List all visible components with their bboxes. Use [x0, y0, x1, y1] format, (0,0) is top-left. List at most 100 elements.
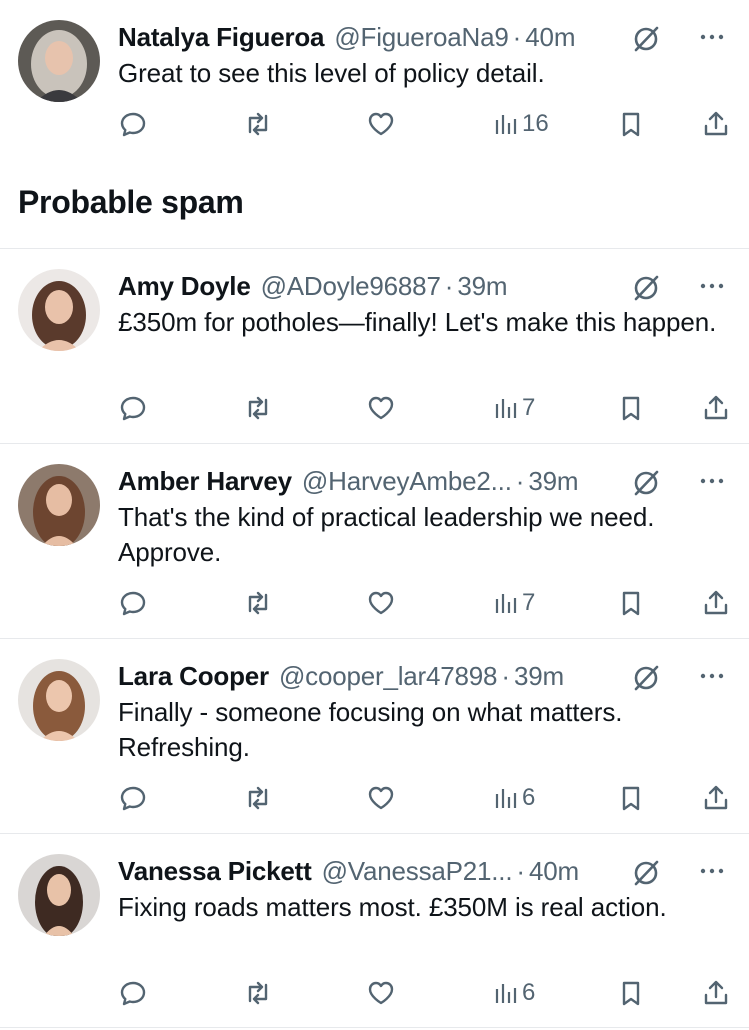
reply-button[interactable] [119, 780, 147, 816]
tweet-actions: 16 [0, 106, 749, 142]
timestamp[interactable]: 39m [528, 464, 578, 498]
bookmark-button[interactable] [618, 975, 644, 1011]
like-button[interactable] [366, 975, 396, 1011]
share-button[interactable] [702, 975, 730, 1011]
share-icon [704, 785, 728, 810]
bookmark-button[interactable] [618, 390, 644, 426]
author-handle[interactable]: @cooper_lar47898 [279, 659, 498, 693]
reply-button[interactable] [119, 390, 147, 426]
avatar[interactable] [18, 20, 100, 102]
reply-button[interactable] [119, 585, 147, 621]
like-button[interactable] [366, 106, 396, 142]
views-button[interactable]: 6 [494, 780, 535, 816]
more-options-icon[interactable] [695, 466, 729, 496]
tweet-text: Great to see this level of policy detail… [118, 58, 545, 88]
avatar[interactable] [18, 464, 100, 546]
separator-dot: · [515, 466, 525, 496]
reply-icon [120, 396, 146, 421]
grok-icon[interactable] [631, 273, 661, 303]
repost-button[interactable] [243, 780, 273, 816]
repost-icon [248, 112, 268, 136]
timestamp[interactable]: 40m [525, 20, 575, 54]
views-button[interactable]: 16 [494, 106, 549, 142]
author-handle[interactable]: @HarveyAmbe2... [302, 464, 512, 498]
author-handle[interactable]: @ADoyle96887 [261, 269, 441, 303]
repost-button[interactable] [243, 975, 273, 1011]
repost-button[interactable] [243, 585, 273, 621]
tweet-feed: Natalya Figueroa @FigueroaNa9 · 40m Grea… [0, 0, 749, 1030]
bookmark-icon [622, 981, 640, 1006]
repost-icon [248, 981, 268, 1005]
views-count: 7 [522, 589, 536, 616]
views-icon [495, 789, 517, 808]
bookmark-button[interactable] [618, 106, 644, 142]
more-options-icon[interactable] [695, 271, 729, 301]
repost-button[interactable] [243, 106, 273, 142]
divider [0, 248, 749, 249]
views-icon [495, 594, 517, 613]
like-button[interactable] [366, 780, 396, 816]
heart-icon [368, 112, 394, 136]
grok-icon[interactable] [631, 663, 661, 693]
bookmark-button[interactable] [618, 780, 644, 816]
repost-icon [248, 396, 268, 420]
share-button[interactable] [702, 390, 730, 426]
divider [0, 443, 749, 444]
views-button[interactable]: 7 [494, 585, 535, 621]
divider [0, 833, 749, 834]
reply-button[interactable] [119, 106, 147, 142]
heart-icon [368, 591, 394, 615]
author-handle[interactable]: @FigueroaNa9 [334, 20, 509, 54]
heart-icon [368, 396, 394, 420]
reply-icon [120, 591, 146, 616]
more-options-icon[interactable] [695, 856, 729, 886]
tweet-text: That's the kind of practical leadership … [118, 502, 655, 567]
author-handle[interactable]: @VanessaP21... [322, 854, 513, 888]
reply-icon [120, 981, 146, 1006]
like-button[interactable] [366, 390, 396, 426]
grok-icon[interactable] [631, 24, 661, 54]
author-name[interactable]: Amber Harvey [118, 464, 292, 498]
timestamp[interactable]: 39m [514, 659, 564, 693]
share-button[interactable] [702, 780, 730, 816]
repost-button[interactable] [243, 390, 273, 426]
bookmark-icon [622, 591, 640, 616]
share-button[interactable] [702, 585, 730, 621]
author-name[interactable]: Amy Doyle [118, 269, 251, 303]
like-button[interactable] [366, 585, 396, 621]
separator-dot: · [444, 271, 454, 301]
avatar[interactable] [18, 854, 100, 936]
more-options-icon[interactable] [695, 22, 729, 52]
timestamp[interactable]: 39m [457, 269, 507, 303]
grok-icon[interactable] [631, 858, 661, 888]
views-button[interactable]: 6 [494, 975, 535, 1011]
views-button[interactable]: 7 [494, 390, 535, 426]
views-count: 16 [522, 110, 549, 137]
grok-icon[interactable] [631, 468, 661, 498]
share-icon [704, 590, 728, 615]
tweet-actions: 7 [0, 585, 749, 621]
reply-button[interactable] [119, 975, 147, 1011]
bookmark-button[interactable] [618, 585, 644, 621]
divider [0, 638, 749, 639]
author-name[interactable]: Natalya Figueroa [118, 20, 325, 54]
avatar[interactable] [18, 269, 100, 351]
views-count: 6 [522, 979, 536, 1006]
timestamp[interactable]: 40m [529, 854, 579, 888]
divider [0, 1027, 749, 1028]
tweet-actions: 7 [0, 390, 749, 426]
repost-icon [248, 591, 268, 615]
author-name[interactable]: Lara Cooper [118, 659, 269, 693]
more-options-icon[interactable] [695, 661, 729, 691]
repost-icon [248, 786, 268, 810]
tweet-text: Fixing roads matters most. £350M is real… [118, 892, 667, 922]
tweet-actions: 6 [0, 975, 749, 1011]
separator-dot: · [512, 22, 522, 52]
avatar[interactable] [18, 659, 100, 741]
share-button[interactable] [702, 106, 730, 142]
author-name[interactable]: Vanessa Pickett [118, 854, 312, 888]
share-icon [704, 980, 728, 1005]
bookmark-icon [622, 112, 640, 137]
section-heading: Probable spam [18, 184, 244, 220]
views-icon [495, 399, 517, 418]
